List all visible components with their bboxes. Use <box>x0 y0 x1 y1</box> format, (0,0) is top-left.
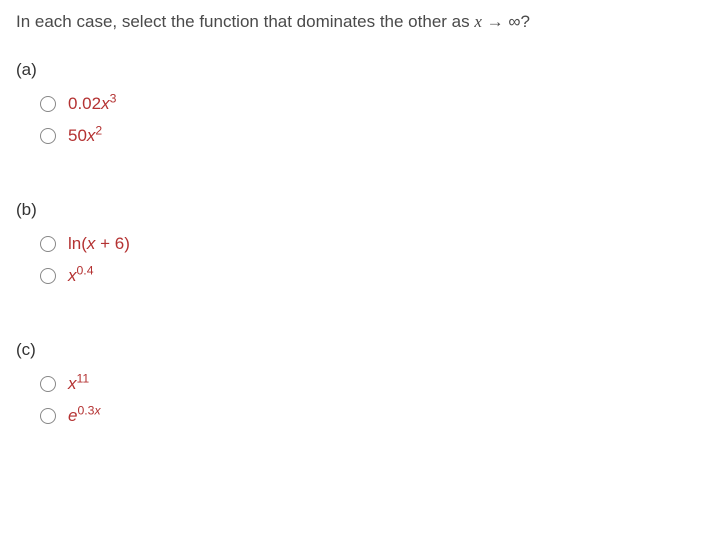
radio-icon <box>40 236 56 252</box>
radio-icon <box>40 128 56 144</box>
prompt-var: x <box>474 12 482 31</box>
option-text: 50x2 <box>68 126 102 146</box>
group-label: (c) <box>16 340 708 360</box>
group-b: (b) ln(x + 6) x0.4 <box>16 200 708 292</box>
option-c2[interactable]: e0.3x <box>16 400 708 432</box>
prompt-arrow: → ∞ <box>482 12 521 31</box>
radio-icon <box>40 376 56 392</box>
option-b2[interactable]: x0.4 <box>16 260 708 292</box>
option-a1[interactable]: 0.02x3 <box>16 88 708 120</box>
group-label: (b) <box>16 200 708 220</box>
option-text: ln(x + 6) <box>68 234 130 254</box>
group-c: (c) x11 e0.3x <box>16 340 708 432</box>
option-text: x11 <box>68 374 89 394</box>
option-b1[interactable]: ln(x + 6) <box>16 228 708 260</box>
option-text: 0.02x3 <box>68 94 116 114</box>
option-a2[interactable]: 50x2 <box>16 120 708 152</box>
radio-icon <box>40 408 56 424</box>
radio-icon <box>40 268 56 284</box>
prompt-text-after: ? <box>520 12 529 31</box>
option-text: e0.3x <box>68 406 101 426</box>
group-label: (a) <box>16 60 708 80</box>
group-a: (a) 0.02x3 50x2 <box>16 60 708 152</box>
option-c1[interactable]: x11 <box>16 368 708 400</box>
question-prompt: In each case, select the function that d… <box>16 12 708 32</box>
prompt-text-before: In each case, select the function that d… <box>16 12 474 31</box>
option-text: x0.4 <box>68 266 94 286</box>
radio-icon <box>40 96 56 112</box>
